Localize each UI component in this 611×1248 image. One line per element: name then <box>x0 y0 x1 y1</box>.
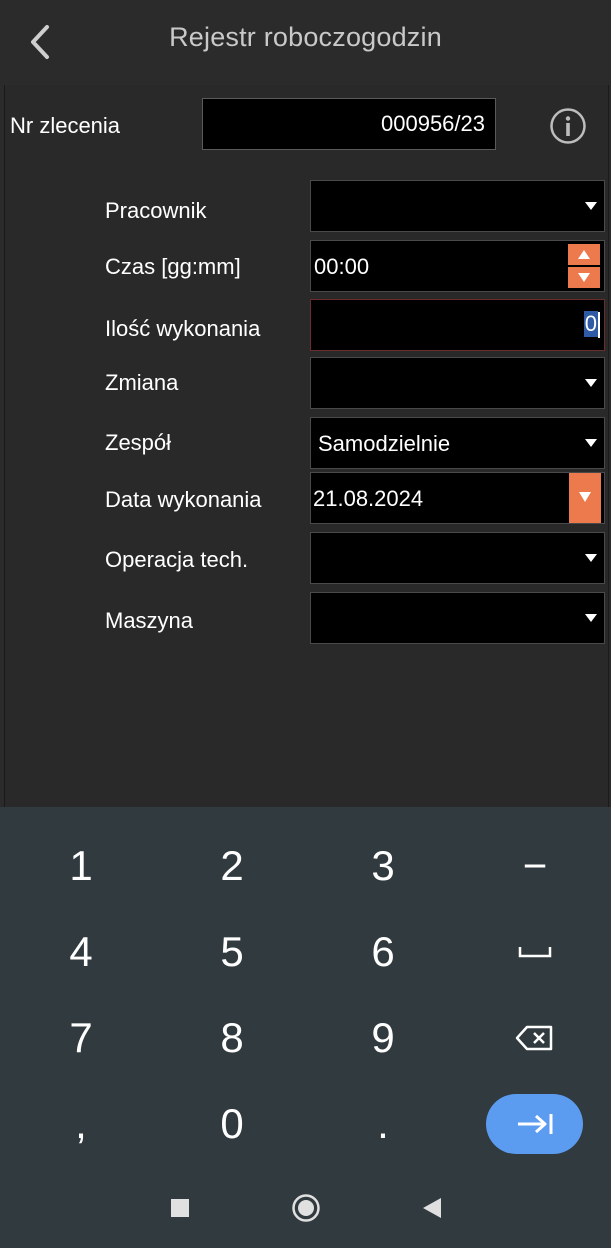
date-value: 21.08.2024 <box>313 486 424 511</box>
recents-square-icon <box>171 1199 189 1217</box>
key-0[interactable]: 0 <box>172 1088 292 1160</box>
arrow-down-icon <box>579 492 591 502</box>
app-header: Rejestr roboczogodzin <box>0 0 611 82</box>
info-icon <box>550 108 586 144</box>
time-input[interactable]: 00:00 <box>310 240 605 292</box>
key-next[interactable] <box>486 1094 583 1154</box>
time-decrement-button[interactable] <box>568 267 600 288</box>
quantity-input[interactable]: 0 <box>310 299 605 351</box>
order-number-value: 000956/23 <box>381 111 485 136</box>
key-8[interactable]: 8 <box>172 1002 292 1074</box>
time-label: Czas [gg:mm] <box>105 254 241 279</box>
key-1[interactable]: 1 <box>21 830 141 902</box>
date-label: Data wykonania <box>105 487 262 512</box>
team-value: Samodzielnie <box>318 431 451 456</box>
operation-select[interactable] <box>310 532 605 584</box>
key-comma[interactable]: , <box>21 1088 141 1160</box>
machine-label: Maszyna <box>105 608 194 633</box>
team-label: Zespół <box>105 430 172 455</box>
key-7[interactable]: 7 <box>21 1002 141 1074</box>
page-title: Rejestr roboczogodzin <box>169 22 442 52</box>
recents-button[interactable] <box>170 1198 190 1218</box>
order-number-label: Nr zlecenia <box>10 113 121 138</box>
key-3[interactable]: 3 <box>323 830 443 902</box>
dropdown-arrow-icon <box>585 439 597 447</box>
key-5[interactable]: 5 <box>172 916 292 988</box>
date-input[interactable]: 21.08.2024 <box>310 472 605 524</box>
time-increment-button[interactable] <box>568 244 600 265</box>
key-6[interactable]: 6 <box>323 916 443 988</box>
quantity-value: 0 <box>583 311 598 337</box>
shift-select[interactable] <box>310 357 605 409</box>
backspace-icon <box>515 1025 553 1051</box>
dropdown-arrow-icon <box>585 554 597 562</box>
shift-label: Zmiana <box>105 370 179 395</box>
key-4[interactable]: 4 <box>21 916 141 988</box>
operation-label: Operacja tech. <box>105 547 249 572</box>
machine-select[interactable] <box>310 592 605 644</box>
team-select[interactable]: Samodzielnie <box>310 417 605 469</box>
key-minus[interactable]: − <box>475 830 595 902</box>
dropdown-arrow-icon <box>585 202 597 210</box>
key-period[interactable]: . <box>323 1088 443 1160</box>
key-space[interactable] <box>475 916 595 988</box>
info-button[interactable] <box>549 107 587 145</box>
arrow-up-icon <box>578 250 590 259</box>
back-triangle-icon <box>423 1198 441 1218</box>
employee-select[interactable] <box>310 180 605 232</box>
arrow-down-icon <box>578 273 590 282</box>
text-cursor <box>598 312 600 338</box>
employee-label: Pracownik <box>105 198 207 223</box>
nav-back-button[interactable] <box>421 1197 443 1219</box>
key-2[interactable]: 2 <box>172 830 292 902</box>
tab-next-icon <box>517 1114 552 1134</box>
key-backspace[interactable] <box>475 1002 595 1074</box>
home-button[interactable] <box>291 1193 321 1223</box>
order-number-field: 000956/23 <box>202 98 496 150</box>
key-9[interactable]: 9 <box>323 1002 443 1074</box>
dropdown-arrow-icon <box>585 379 597 387</box>
time-value: 00:00 <box>314 254 370 279</box>
quantity-label: Ilość wykonania <box>105 316 261 341</box>
date-picker-button[interactable] <box>569 473 601 523</box>
dropdown-arrow-icon <box>585 614 597 622</box>
space-icon <box>518 947 552 958</box>
home-circle-icon <box>292 1194 320 1222</box>
